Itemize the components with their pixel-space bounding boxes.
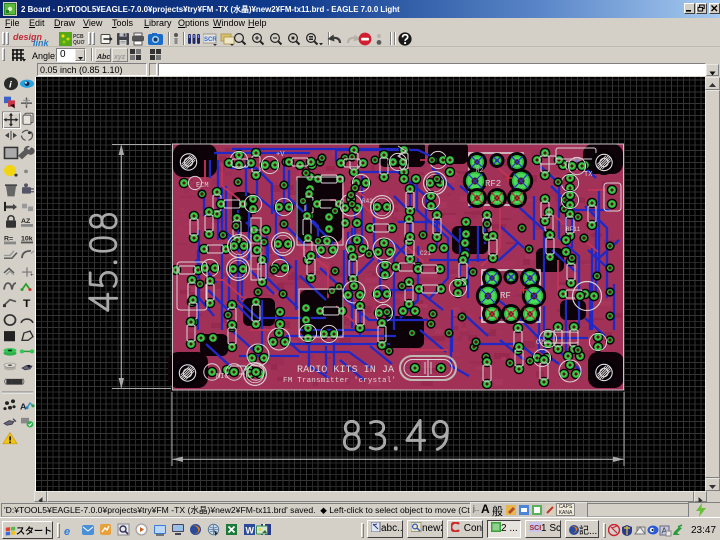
svg-text:MIC: MIC — [216, 373, 229, 381]
svg-text:C22: C22 — [536, 339, 547, 346]
svg-text:R42: R42 — [362, 198, 373, 205]
svg-text:ECM: ECM — [196, 182, 209, 190]
svg-text:SCH: SCH — [530, 525, 542, 532]
svg-text:RADIO KITS IN JA: RADIO KITS IN JA — [297, 365, 394, 376]
svg-text:xyz: xyz — [113, 54, 126, 61]
svg-text:+V: +V — [276, 151, 285, 159]
svg-text:10k: 10k — [21, 236, 33, 243]
svg-text:RF2: RF2 — [485, 179, 501, 189]
svg-text:FM Transmitter 'crystal': FM Transmitter 'crystal' — [283, 377, 396, 385]
svg-text:i: i — [9, 80, 12, 91]
svg-text:R2: R2 — [476, 167, 484, 174]
svg-text:R=: R= — [4, 236, 13, 243]
svg-text:TX: TX — [584, 171, 593, 179]
svg-text:SCR: SCR — [204, 37, 217, 43]
svg-text:(▆▆▆): (▆▆▆) — [4, 378, 25, 385]
svg-text:C21: C21 — [420, 250, 431, 257]
svg-text:+: + — [30, 273, 34, 279]
svg-text:AZ: AZ — [21, 218, 30, 225]
svg-text:T: T — [23, 298, 30, 310]
svg-text:W: W — [246, 526, 255, 536]
svg-text:Abc: Abc — [96, 54, 110, 61]
svg-text:link: link — [33, 38, 49, 47]
svg-text:RF11: RF11 — [566, 226, 581, 233]
svg-text:QUOTE: QUOTE — [73, 40, 85, 46]
svg-text:e: e — [64, 526, 70, 538]
svg-text:RF: RF — [500, 291, 511, 301]
